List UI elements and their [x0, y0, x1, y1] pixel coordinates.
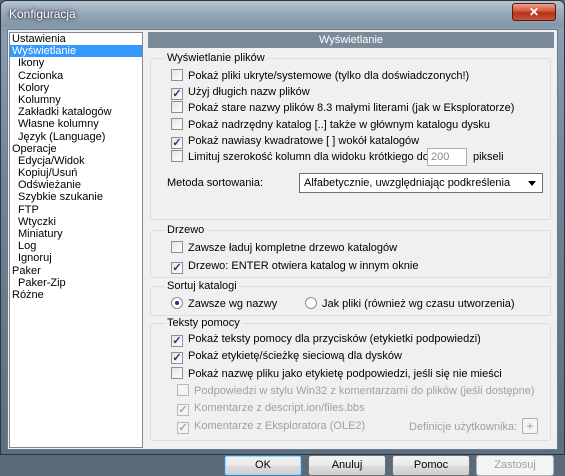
tree-item[interactable]: Edycja/Widok	[10, 155, 142, 167]
checkbox-row[interactable]: ✓ Pokaż teksty pomocy dla przycisków (ety…	[171, 332, 481, 347]
radio-label: Jak pliki (również wg czasu utworzenia)	[322, 298, 515, 310]
checkbox-row[interactable]: Pokaż nazwę pliku jako etykietę podpowie…	[171, 366, 502, 381]
checkbox-label: Komentarze z Eksploratora (OLE2)	[194, 419, 366, 432]
checkbox-icon[interactable]	[171, 117, 183, 130]
checkbox-label: Pokaż teksty pomocy dla przycisków (etyk…	[188, 333, 481, 345]
tree-item[interactable]: FTP	[10, 204, 142, 216]
checkbox-label: Pokaż etykietę/ścieżkę sieciową dla dysk…	[188, 350, 402, 363]
checkbox-icon[interactable]	[171, 69, 183, 81]
tree-item[interactable]: Log	[10, 240, 142, 252]
dropdown-arrow-icon	[528, 181, 536, 186]
checkbox-icon[interactable]	[171, 150, 183, 162]
checkbox-row[interactable]: Pokaż nadrzędny katalog [..] także w głó…	[171, 117, 491, 132]
checkbox-row[interactable]: Limituj szerokość kolumn dla widoku krót…	[171, 150, 432, 164]
tree-options-group: Drzewo Zawsze ładuj kompletne drzewo kat…	[150, 224, 551, 278]
checkbox-checked-icon: ✓	[177, 404, 189, 417]
tree-item[interactable]: Ustawienia	[10, 33, 142, 45]
checkbox-checked-icon[interactable]: ✓	[171, 335, 183, 347]
checkbox-label: Pokaż nazwę pliku jako etykietę podpowie…	[188, 367, 502, 380]
cancel-button[interactable]: Anuluj	[308, 455, 386, 476]
tree-item[interactable]: Zakładki katalogów	[10, 106, 142, 118]
checkbox-icon[interactable]	[171, 366, 183, 379]
checkbox-label: Komentarze z descript.ion/files.bbs	[194, 402, 365, 415]
tree-item[interactable]: Miniatury	[10, 228, 142, 240]
tree-item[interactable]: Ikony	[10, 57, 142, 69]
checkbox-row[interactable]: ✓ Komentarze z Eksploratora (OLE2)	[177, 419, 366, 434]
radio-selected-icon[interactable]	[171, 297, 183, 309]
sort-method-label: Metoda sortowania:	[167, 177, 263, 189]
help-button[interactable]: Pomoc	[392, 455, 470, 476]
tree-item[interactable]: Czcionka	[10, 70, 142, 82]
tree-item[interactable]: Operacje	[10, 143, 142, 155]
file-display-title: Wyświetlanie plików	[165, 52, 267, 64]
close-button[interactable]: ✕	[512, 3, 556, 21]
checkbox-icon	[177, 383, 189, 396]
checkbox-row[interactable]: ✓ Użyj długich nazw plików	[171, 85, 310, 101]
tree-item[interactable]: Kolumny	[10, 94, 142, 106]
checkbox-checked-icon[interactable]: ✓	[171, 262, 183, 274]
checkbox-checked-icon: ✓	[177, 421, 189, 434]
dialog-client: Ustawienia Wyświetlanie Ikony Czcionka Kolor…	[7, 29, 558, 476]
user-definitions-button[interactable]: +	[522, 418, 538, 434]
tree-item[interactable]: Odświeżanie	[10, 179, 142, 191]
checkbox-label: Pokaż nawiasy kwadratowe [ ] wokół katal…	[188, 134, 420, 147]
radio-dot	[175, 301, 179, 305]
tree-options-title: Drzewo	[165, 224, 207, 236]
tree-item[interactable]: Własne kolumny	[10, 118, 142, 130]
tree-item[interactable]: Ignoruj	[10, 252, 142, 264]
tree-item[interactable]: Różne	[10, 289, 142, 301]
ok-button[interactable]: OK	[224, 455, 302, 476]
tree-item[interactable]: Język (Language)	[10, 131, 142, 143]
window-title: Konfiguracja	[9, 7, 76, 21]
checkbox-checked-icon[interactable]: ✓	[171, 352, 183, 365]
sort-method-value: Alfabetycznie, uwzględniając podkreśleni…	[304, 177, 511, 189]
checkbox-label: Pokaż stare nazwy plików 8.3 małymi lite…	[188, 102, 515, 115]
settings-tree[interactable]: Ustawienia Wyświetlanie Ikony Czcionka Kolor…	[9, 32, 143, 448]
tree-item[interactable]: Paker-Zip	[10, 277, 142, 289]
checkbox-label: Pokaż nadrzędny katalog [..] także w głó…	[188, 118, 491, 131]
checkbox-label: Użyj długich nazw plików	[188, 86, 310, 99]
checkbox-row[interactable]: ✓ Pokaż etykietę/ścieżkę sieciową dla dys…	[171, 349, 402, 365]
checkbox-row[interactable]: Podpowiedzi w stylu Win32 z komentarzami…	[177, 383, 535, 398]
checkbox-row[interactable]: Pokaż pliki ukryte/systemowe (tylko dla …	[171, 69, 469, 83]
tree-item[interactable]: Szybkie szukanie	[10, 191, 142, 203]
apply-button[interactable]: Zastosuj	[476, 455, 554, 476]
tooltips-title: Teksty pomocy	[165, 317, 242, 329]
checkbox-label: Limituj szerokość kolumn dla widoku krót…	[188, 151, 432, 163]
checkbox-row[interactable]: Zawsze ładuj kompletne drzewo katalogów	[171, 241, 397, 255]
column-width-input[interactable]: 200	[427, 148, 467, 166]
tree-item[interactable]: Wyświetlanie	[10, 45, 142, 58]
panel-header: Wyświetlanie	[148, 32, 554, 48]
radio-label: Zawsze wg nazwy	[188, 298, 278, 310]
checkbox-row[interactable]: ✓ Drzewo: ENTER otwiera katalog w innym o…	[171, 259, 419, 274]
checkbox-row[interactable]: Pokaż stare nazwy plików 8.3 małymi lite…	[171, 101, 514, 115]
tree-item[interactable]: Wtyczki	[10, 216, 142, 228]
sort-dirs-title: Sortuj katalogi	[165, 280, 239, 292]
checkbox-row[interactable]: ✓ Komentarze z descript.ion/files.bbs	[177, 401, 365, 417]
radio-row[interactable]: Jak pliki (również wg czasu utworzenia)	[305, 297, 515, 311]
checkbox-checked-icon[interactable]: ✓	[171, 136, 183, 149]
radio-row[interactable]: Zawsze wg nazwy	[171, 297, 277, 311]
checkbox-row[interactable]: ✓ Pokaż nawiasy kwadratowe [ ] wokół kata…	[171, 134, 420, 149]
checkbox-label: Drzewo: ENTER otwiera katalog w innym ok…	[188, 260, 419, 272]
column-width-unit: pikseli	[473, 151, 504, 163]
radio-icon[interactable]	[305, 297, 317, 309]
checkbox-label: Zawsze ładuj kompletne drzewo katalogów	[188, 242, 398, 254]
checkbox-checked-icon[interactable]: ✓	[171, 88, 183, 101]
tree-item[interactable]: Kopiuj/Usuń	[10, 167, 142, 179]
config-window: Konfiguracja ✕ Ustawienia Wyświetlanie Iko…	[0, 0, 565, 476]
checkbox-icon[interactable]	[171, 241, 183, 253]
checkbox-icon[interactable]	[171, 101, 183, 114]
sort-method-select[interactable]: Alfabetycznie, uwzględniając podkreśleni…	[299, 173, 543, 193]
sort-dirs-group: Sortuj katalogi Zawsze wg nazwy Jak pliki…	[150, 280, 551, 316]
tree-item[interactable]: Kolory	[10, 82, 142, 94]
file-display-group: Wyświetlanie plików Pokaż pliki ukryte/s…	[150, 52, 551, 220]
tree-item[interactable]: Paker	[10, 265, 142, 277]
checkbox-label: Podpowiedzi w stylu Win32 z komentarzami…	[194, 384, 535, 397]
user-definitions-label: Definicje użytkownika:	[409, 421, 518, 433]
checkbox-label: Pokaż pliki ukryte/systemowe (tylko dla …	[188, 70, 470, 82]
title-bar[interactable]: Konfiguracja ✕	[1, 1, 564, 27]
tooltips-group: Teksty pomocy ✓ Pokaż teksty pomocy dla p…	[150, 317, 551, 441]
